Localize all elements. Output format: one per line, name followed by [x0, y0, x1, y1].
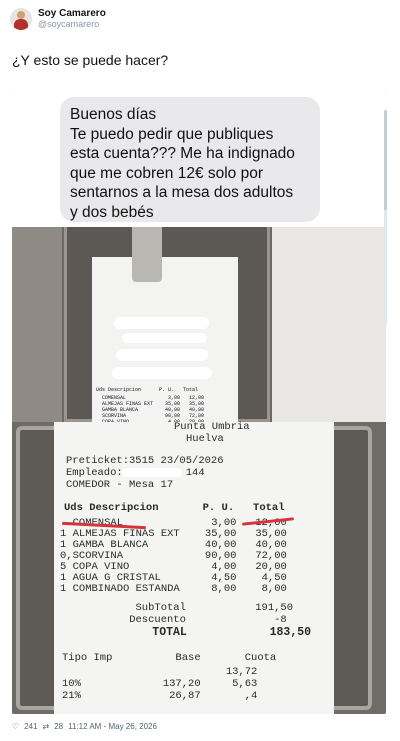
- display-name[interactable]: Soy Camarero: [38, 8, 106, 19]
- receipt-ticket: Preticket:3515 23/05/2026: [66, 455, 224, 467]
- receipt-photo-large: Punta Umbria Huelva Preticket:3515 23/05…: [12, 421, 386, 714]
- tweet-timestamp[interactable]: 11:12 AM - May 26, 2026: [68, 722, 157, 731]
- bubble-line: Buenos días: [70, 106, 157, 123]
- receipt-small: Uds Descripcion P. U. Total COMENSAL 3,0…: [92, 257, 238, 425]
- redaction-scribble: [122, 468, 182, 477]
- redaction-scribble: [112, 367, 212, 379]
- redaction-scribble: [116, 349, 208, 361]
- receipt-photo-small: Uds Descripcion P. U. Total COMENSAL 3,0…: [62, 227, 272, 425]
- receipt-item: 1 COMBINADO ESTANDA 8,00 8,00: [60, 583, 287, 595]
- bubble-line: sentarnos a la mesa dos adultos: [70, 184, 294, 201]
- receipt-small-header: Uds Descripcion P. U. Total: [96, 387, 199, 393]
- scrollbar-thumb[interactable]: [384, 110, 387, 210]
- background-strip: [272, 227, 386, 422]
- screenshot-area: Buenos días Te puedo pedir que publiques…: [12, 92, 386, 227]
- bubble-line: y dos bebés: [70, 203, 154, 221]
- redaction-scribble: [114, 317, 209, 329]
- tweet-text: ¿Y esto se puede hacer?: [12, 52, 169, 68]
- receipt-tax-header: Tipo Imp Base Cuota: [62, 652, 277, 664]
- receipt-tax-row: 10% 137,20 5,63: [62, 678, 258, 690]
- like-count: 241: [24, 722, 38, 731]
- bubble-line: Te puedo pedir que publiques: [70, 125, 274, 143]
- message-bubble: Buenos días Te puedo pedir que publiques…: [60, 97, 320, 222]
- receipt: Punta Umbria Huelva Preticket:3515 23/05…: [54, 421, 334, 714]
- heart-icon[interactable]: ♡: [12, 722, 19, 731]
- receipt-tax-row: 21% 26,87 ,4: [62, 690, 258, 702]
- retweet-count: 28: [54, 722, 64, 731]
- receipt-header-row: Uds Descripcion P. U. Total: [64, 502, 285, 514]
- receipt-subtotal: SubTotal 191,50: [104, 602, 294, 614]
- avatar-head-shape: [17, 11, 25, 19]
- bubble-line: esta cuenta??? Me ha indignado: [70, 145, 295, 162]
- receipt-room: COMEDOR - Mesa 17: [66, 479, 174, 491]
- receipt-place: Punta Umbria: [174, 421, 250, 433]
- tweet-header: Soy Camarero @soycamarero: [10, 8, 106, 30]
- retweet-icon[interactable]: ⇄: [43, 722, 50, 731]
- avatar[interactable]: [10, 8, 32, 30]
- receipt-discount: Descuento -8: [104, 614, 287, 626]
- redaction-scribble: [122, 333, 207, 343]
- scrollbar[interactable]: [384, 110, 387, 325]
- handle[interactable]: @soycamarero: [38, 19, 106, 30]
- receipt-town: Huelva: [186, 433, 224, 445]
- author-names: Soy Camarero @soycamarero: [38, 8, 106, 30]
- tweet-footer: ♡ 241 ⇄ 28 11:12 AM - May 26, 2026: [12, 722, 162, 731]
- receipt-total: TOTAL 183,50: [104, 626, 312, 639]
- avatar-body-shape: [14, 19, 28, 30]
- tweet-photo[interactable]: Buenos días Te puedo pedir que publiques…: [12, 92, 386, 714]
- receipt-clip: [132, 227, 162, 282]
- receipt-tax-row: 13,72: [62, 666, 258, 678]
- bubble-line: que me cobren 12€ solo por: [70, 164, 264, 182]
